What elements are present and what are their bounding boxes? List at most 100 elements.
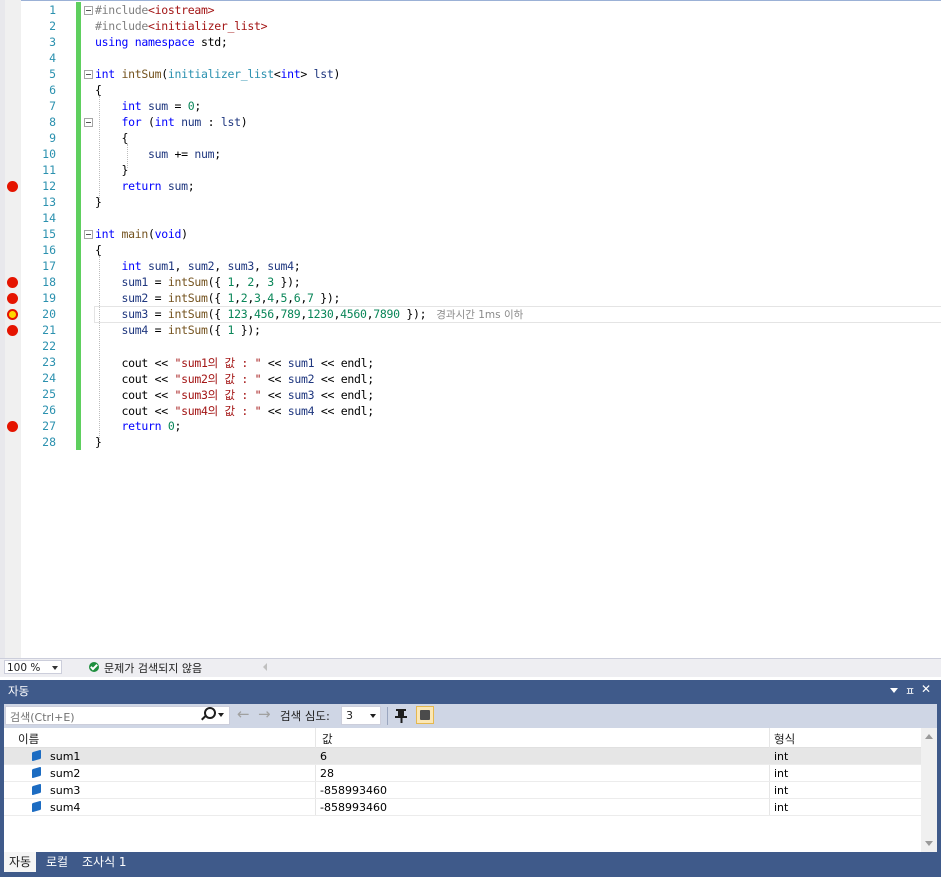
window-menu-icon[interactable] [890,688,898,693]
breakpoint-icon[interactable] [7,181,18,192]
scroll-up-icon[interactable] [925,734,933,739]
code-text[interactable]: } [95,195,102,209]
forward-arrow-icon[interactable]: → [258,705,271,723]
column-header-type[interactable]: 형식 [774,731,795,747]
code-line[interactable]: 12 return sum; [0,178,941,194]
code-line[interactable]: 3 using namespace std; [0,34,941,50]
code-line[interactable]: 27 return 0; [0,418,941,434]
column-header-name[interactable]: 이름 [18,731,39,747]
code-text[interactable]: sum2 = intSum({ 1,2,3,4,5,6,7 }); [95,291,341,305]
code-text[interactable]: #include<iostream> [95,3,215,17]
breakpoint-icon[interactable] [7,277,18,288]
code-line[interactable]: 14 [0,210,941,226]
variable-value[interactable]: 6 [320,750,327,763]
collapse-icon[interactable] [84,118,93,127]
code-text[interactable]: int sum1, sum2, sum3, sum4; [95,259,301,273]
code-text[interactable]: { [95,83,102,97]
code-text[interactable]: using namespace std; [95,35,228,49]
breakpoint-icon[interactable] [7,293,18,304]
code-line[interactable]: 21 sum4 = intSum({ 1 }); [0,322,941,338]
code-line[interactable]: 7 int sum = 0; [0,98,941,114]
autos-row[interactable]: sum2 28 int [4,765,921,782]
variable-value[interactable]: -858993460 [320,784,387,797]
code-line[interactable]: 1 #include<iostream> [0,2,941,18]
breakpoint-icon[interactable] [7,325,18,336]
code-line[interactable]: 22 [0,338,941,354]
code-line[interactable]: 2 #include<initializer_list> [0,18,941,34]
code-text[interactable]: return 0; [95,419,182,433]
current-statement-icon[interactable] [7,309,18,320]
pin-filter-icon[interactable] [393,707,410,724]
code-text[interactable]: int sum = 0; [95,99,202,113]
code-text[interactable]: int main(void) [95,227,188,241]
zoom-dropdown[interactable]: 100 % [4,660,62,674]
code-line[interactable]: 10 sum += num; [0,146,941,162]
code-editor[interactable]: 1 #include<iostream> 2 #include<initializer… [0,0,941,658]
search-depth-select[interactable]: 3 [341,706,381,725]
code-line[interactable]: 25 cout << "sum3의 값 : " << sum3 << endl; [0,386,941,402]
code-line[interactable]: 11 } [0,162,941,178]
code-text[interactable]: } [95,163,128,177]
search-input[interactable]: 검색(Ctrl+E) [5,706,230,725]
collapse-icon[interactable] [84,6,93,15]
code-line[interactable]: 23 cout << "sum1의 값 : " << sum1 << endl; [0,354,941,370]
perf-tip[interactable]: 경과시간 1ms 이하 [436,309,523,321]
variable-value[interactable]: -858993460 [320,801,387,814]
code-text[interactable]: #include<initializer_list> [95,19,268,33]
code-text[interactable]: int intSum(initializer_list<int> lst) [95,67,340,81]
code-line[interactable]: 4 [0,50,941,66]
scroll-left-icon[interactable] [263,663,267,671]
code-text[interactable]: return sum; [95,179,195,193]
code-text[interactable]: cout << "sum2의 값 : " << sum2 << endl; [95,371,375,387]
code-text[interactable]: { [95,243,102,257]
hex-display-icon[interactable] [416,706,434,724]
pin-icon[interactable]: ㅍ [905,683,915,699]
code-text[interactable]: cout << "sum1의 값 : " << sum1 << endl; [95,355,375,371]
code-text[interactable]: cout << "sum3의 값 : " << sum3 << endl; [95,387,375,403]
autos-row[interactable]: sum3 -858993460 int [4,782,921,799]
code-text[interactable]: for (int num : lst) [95,115,248,129]
variable-value[interactable]: 28 [320,767,334,780]
vertical-scrollbar[interactable] [921,728,937,852]
code-text[interactable]: { [95,131,128,145]
tab-2[interactable]: 조사식 1 [77,852,132,872]
line-number: 7 [49,99,56,113]
line-number: 23 [42,355,56,369]
variable-name: sum3 [50,784,81,797]
code-line[interactable]: 20 sum3 = intSum({ 123,456,789,1230,4560… [0,306,941,323]
back-arrow-icon[interactable]: ← [237,705,250,723]
code-text[interactable]: cout << "sum4의 값 : " << sum4 << endl; [95,403,375,419]
scroll-down-icon[interactable] [925,841,933,846]
collapse-icon[interactable] [84,70,93,79]
tab-0[interactable]: 자동 [4,852,37,872]
collapse-icon[interactable] [84,230,93,239]
chevron-down-icon[interactable] [218,713,224,717]
code-text[interactable]: sum1 = intSum({ 1, 2, 3 }); [95,275,301,289]
code-line[interactable]: 24 cout << "sum2의 값 : " << sum2 << endl; [0,370,941,386]
code-text[interactable]: sum += num; [95,147,221,161]
autos-row[interactable]: sum4 -858993460 int [4,799,921,816]
code-line[interactable]: 5 int intSum(initializer_list<int> lst) [0,66,941,82]
autos-row[interactable]: sum1 6 int [4,748,921,765]
close-icon[interactable]: ✕ [921,682,931,696]
code-text[interactable]: sum4 = intSum({ 1 }); [95,323,261,337]
code-line[interactable]: 16 { [0,242,941,258]
code-line[interactable]: 18 sum1 = intSum({ 1, 2, 3 }); [0,274,941,290]
code-line[interactable]: 9 { [0,130,941,146]
code-line[interactable]: 17 int sum1, sum2, sum3, sum4; [0,258,941,274]
code-line[interactable]: 19 sum2 = intSum({ 1,2,3,4,5,6,7 }); [0,290,941,306]
code-line[interactable]: 13} [0,194,941,210]
code-line[interactable]: 28} [0,434,941,450]
code-text[interactable]: sum3 = intSum({ 123,456,789,1230,4560,78… [95,307,524,322]
code-line[interactable]: 15 int main(void) [0,226,941,242]
issues-status[interactable]: 문제가 검색되지 않음 [104,660,202,676]
code-text[interactable]: } [95,435,102,449]
column-header-value[interactable]: 값 [322,731,333,747]
search-icon[interactable] [204,707,216,719]
code-line[interactable]: 26 cout << "sum4의 값 : " << sum4 << endl; [0,402,941,418]
breakpoint-icon[interactable] [7,421,18,432]
code-line[interactable]: 8 for (int num : lst) [0,114,941,130]
code-line[interactable]: 6{ [0,82,941,98]
line-number: 9 [49,131,56,145]
tab-1[interactable]: 로컬 [41,852,73,872]
